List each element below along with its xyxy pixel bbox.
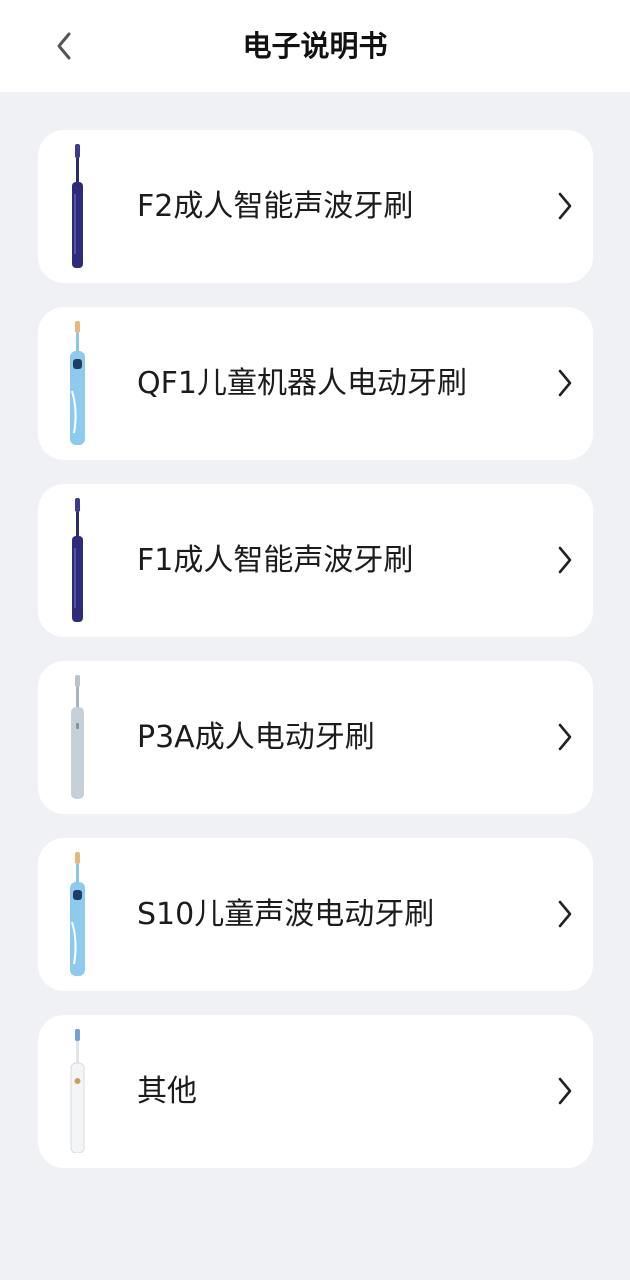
manual-list: F2成人智能声波牙刷 QF1儿童机器人电动牙刷 F1成人智能声波牙刷 P3A成人… <box>38 130 593 1192</box>
app-header: 电子说明书 <box>0 0 630 92</box>
toothbrush-white-image <box>70 1029 85 1153</box>
page-title: 电子说明书 <box>242 29 388 63</box>
list-item-f2[interactable]: F2成人智能声波牙刷 <box>38 130 593 283</box>
chevron-right-icon <box>558 900 572 928</box>
chevron-right-icon <box>558 1077 572 1105</box>
list-item-s10[interactable]: S10儿童声波电动牙刷 <box>38 838 593 991</box>
item-label: P3A成人电动牙刷 <box>137 720 375 755</box>
item-label: QF1儿童机器人电动牙刷 <box>137 366 467 401</box>
item-label: 其他 <box>137 1074 197 1109</box>
chevron-left-icon <box>57 32 71 60</box>
chevron-right-icon <box>558 192 572 220</box>
toothbrush-kids-blue-image <box>70 321 85 445</box>
back-button[interactable] <box>40 22 88 70</box>
toothbrush-purple-image <box>72 144 83 268</box>
toothbrush-grey-image <box>71 675 84 799</box>
item-label: F1成人智能声波牙刷 <box>137 543 414 578</box>
toothbrush-kids-blue-image <box>70 852 85 976</box>
item-label: F2成人智能声波牙刷 <box>137 189 414 224</box>
list-item-f1[interactable]: F1成人智能声波牙刷 <box>38 484 593 637</box>
list-item-p3a[interactable]: P3A成人电动牙刷 <box>38 661 593 814</box>
chevron-right-icon <box>558 546 572 574</box>
item-label: S10儿童声波电动牙刷 <box>137 897 435 932</box>
toothbrush-purple-image <box>72 498 83 622</box>
chevron-right-icon <box>558 723 572 751</box>
chevron-right-icon <box>558 369 572 397</box>
list-item-qf1[interactable]: QF1儿童机器人电动牙刷 <box>38 307 593 460</box>
list-item-other[interactable]: 其他 <box>38 1015 593 1168</box>
